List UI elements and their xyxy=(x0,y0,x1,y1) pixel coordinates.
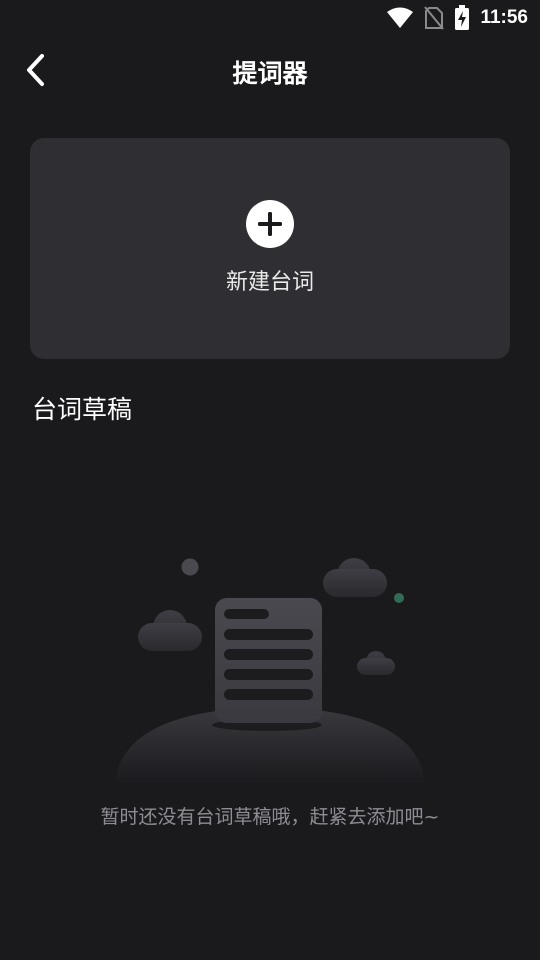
wifi-icon xyxy=(386,7,414,29)
new-script-button[interactable]: 新建台词 xyxy=(30,138,510,359)
status-time: 11:56 xyxy=(480,7,528,28)
empty-state-illustration xyxy=(100,545,440,785)
empty-state-message: 暂时还没有台词草稿哦，赶紧去添加吧~ xyxy=(100,806,440,828)
battery-charging-icon xyxy=(454,5,470,31)
drafts-section-title: 台词草稿 xyxy=(32,395,133,424)
header: 提词器 xyxy=(0,40,540,104)
plus-circle-icon xyxy=(246,200,294,248)
status-icons: 11:56 xyxy=(386,4,528,32)
no-sim-icon xyxy=(424,6,445,30)
page-title: 提词器 xyxy=(232,59,308,88)
new-script-label: 新建台词 xyxy=(225,270,314,295)
status-bar: 11:56 xyxy=(0,0,540,36)
